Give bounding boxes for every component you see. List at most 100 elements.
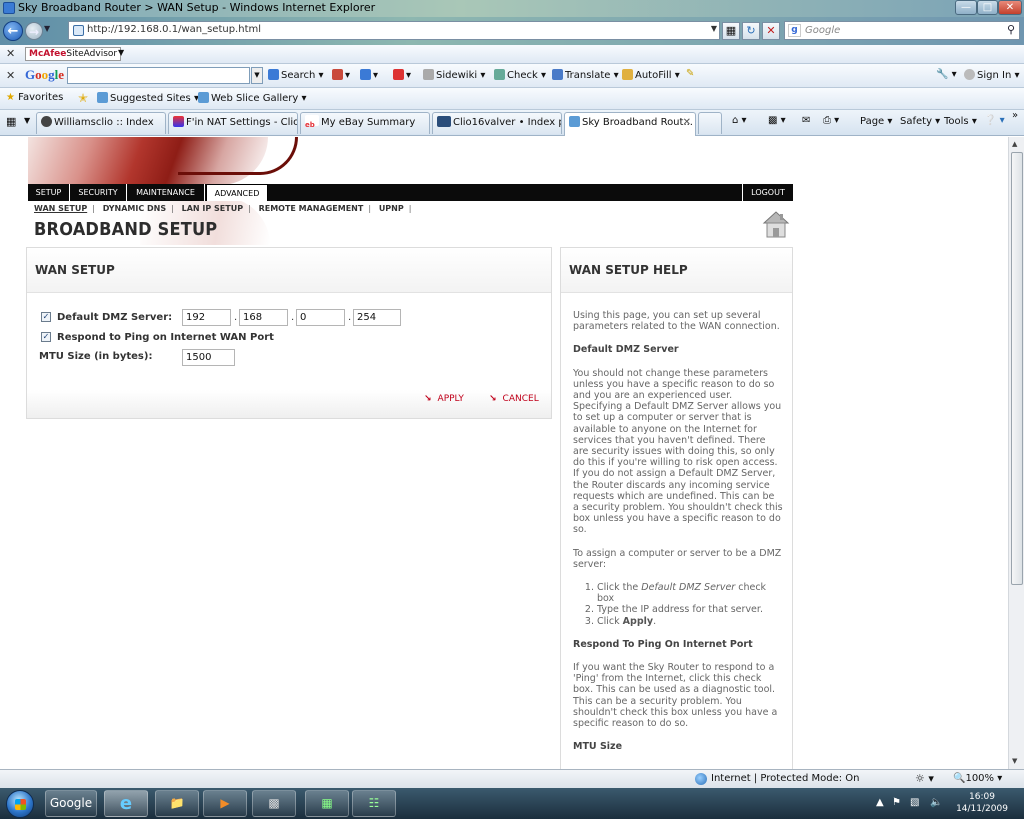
history-dropdown-icon[interactable]: ▼	[44, 24, 50, 33]
apply-button[interactable]: ↘ APPLY	[424, 394, 464, 404]
highlight-icon[interactable]: ✎	[686, 68, 694, 79]
web-slice-gallery-link[interactable]: Web Slice Gallery ▾	[198, 92, 307, 104]
logout-button[interactable]: LOGOUT	[742, 184, 793, 201]
spell-check-button[interactable]: Check ▾	[494, 69, 546, 81]
google-settings-button[interactable]: 🔧 ▾	[936, 69, 957, 80]
bookmarks-button[interactable]: ▾	[360, 69, 378, 81]
mcafee-siteadvisor-button[interactable]: McAfeeSiteAdvisor	[25, 47, 122, 61]
nav-maintenance[interactable]: MAINTENANCE	[127, 184, 205, 201]
security-zone-text[interactable]: Internet | Protected Mode: On	[711, 773, 859, 784]
site-favicon-icon	[437, 116, 451, 127]
add-favorites-icon[interactable]: ✭	[78, 91, 88, 105]
translate-button[interactable]: Translate ▾	[552, 69, 619, 81]
taskbar-computer-icon[interactable]: ▩	[252, 790, 296, 817]
search-go-icon[interactable]: ⚲	[1007, 23, 1015, 36]
nav-advanced[interactable]: ADVANCED	[206, 184, 268, 201]
system-clock[interactable]: 16:09 14/11/2009	[950, 791, 1014, 815]
tools-menu-label: Tools	[944, 116, 969, 127]
window-titlebar: Sky Broadband Router > WAN Setup - Windo…	[0, 0, 1024, 17]
tab-clio16valver[interactable]: Clio16valver • Index page	[432, 112, 562, 134]
close-toolbar-icon[interactable]: ✕	[6, 69, 15, 82]
refresh-icon[interactable]: ↻	[742, 22, 760, 40]
minimize-button[interactable]: —	[955, 0, 977, 15]
volume-icon[interactable]: 🔈	[930, 797, 942, 808]
start-button[interactable]	[6, 790, 34, 818]
compatibility-view-icon[interactable]: ▦	[722, 22, 740, 40]
dmz-ip-octet-1[interactable]: 192	[182, 309, 231, 326]
quick-tabs-icon[interactable]: ▦	[6, 115, 16, 128]
tab-ebay-summary[interactable]: eb My eBay Summary	[300, 112, 430, 134]
mcafee-dropdown-icon[interactable]: ▼	[118, 48, 124, 57]
web-slice-gallery-label: Web Slice Gallery	[211, 93, 299, 104]
show-hidden-icons[interactable]: ▲	[876, 797, 884, 808]
feeds-button[interactable]: ▩ ▾	[768, 115, 786, 126]
autofill-button[interactable]: AutoFill ▾	[622, 69, 680, 81]
taskbar-google[interactable]: Google	[45, 790, 97, 817]
read-mail-icon[interactable]: ✉	[802, 115, 810, 126]
new-tab-button[interactable]	[698, 112, 722, 134]
scroll-up-icon[interactable]: ▲	[1012, 140, 1017, 148]
taskbar-network-app-icon[interactable]: ☷	[352, 790, 396, 817]
sign-in-button[interactable]: Sign In ▾	[964, 69, 1019, 81]
google-logo: Google	[25, 67, 65, 82]
stop-icon[interactable]: ✕	[762, 22, 780, 40]
ping-checkbox[interactable]: ✓	[41, 332, 51, 342]
tab-nat-settings[interactable]: F'in NAT Settings - Clio...	[168, 112, 298, 134]
tab-sky-router[interactable]: Sky Broadband Rout... ✕	[564, 112, 696, 136]
pagerank-button[interactable]: ▾	[393, 69, 411, 81]
sidewiki-button[interactable]: Sidewiki ▾	[423, 69, 485, 81]
taskbar-explorer-folder-icon[interactable]: 📁	[155, 790, 199, 817]
safety-menu[interactable]: Safety ▾	[900, 116, 940, 127]
cancel-button[interactable]: ↘ CANCEL	[489, 394, 539, 404]
forward-button[interactable]: →	[25, 22, 43, 40]
popup-blocker-button[interactable]: ▾	[332, 69, 350, 81]
ie-page-icon	[198, 92, 209, 103]
back-button[interactable]: ←	[3, 21, 23, 41]
nav-security[interactable]: SECURITY	[70, 184, 127, 201]
dmz-checkbox[interactable]: ✓	[41, 312, 51, 322]
address-bar[interactable]: http://192.168.0.1/wan_setup.html ▼	[68, 21, 720, 40]
print-button[interactable]: ⎙ ▾	[823, 115, 839, 126]
network-icon[interactable]: ▧	[910, 797, 919, 808]
subnav-dynamic-dns[interactable]: DYNAMIC DNS	[103, 204, 166, 213]
help-dmz-heading: Default DMZ Server	[573, 344, 679, 356]
google-search-dropdown[interactable]: ▼	[251, 67, 263, 84]
home-button[interactable]: ⌂ ▾	[732, 115, 747, 126]
close-toolbar-icon[interactable]: ✕	[6, 47, 15, 60]
taskbar-internet-explorer-icon[interactable]: e	[104, 790, 148, 817]
subnav-wan-setup[interactable]: WAN SETUP	[34, 204, 87, 213]
dmz-ip-octet-4[interactable]: 254	[353, 309, 401, 326]
search-box[interactable]: g Google ⚲	[784, 21, 1020, 40]
help-icon[interactable]: ❔ ▾	[984, 115, 1005, 126]
zoom-level[interactable]: 🔍100% ▾	[953, 773, 1002, 784]
address-dropdown-icon[interactable]: ▼	[711, 24, 717, 33]
protected-mode-icon[interactable]: ☼ ▾	[915, 772, 934, 785]
scrollbar-thumb[interactable]	[1011, 152, 1023, 585]
tab-williamsclio[interactable]: Williamsclio :: Index	[36, 112, 166, 134]
action-center-flag-icon[interactable]: ⚑	[892, 797, 901, 808]
more-commands-icon[interactable]: »	[1012, 110, 1018, 121]
subnav-upnp[interactable]: UPNP	[379, 204, 404, 213]
help-step-2: Type the IP address for that server.	[597, 604, 783, 615]
dmz-ip-octet-3[interactable]: 0	[296, 309, 345, 326]
scroll-down-icon[interactable]: ▼	[1012, 757, 1017, 765]
subnav-lan-ip-setup[interactable]: LAN IP SETUP	[182, 204, 243, 213]
suggested-sites-link[interactable]: Suggested Sites ▾	[97, 92, 199, 104]
tools-menu[interactable]: Tools ▾	[944, 116, 977, 127]
dmz-ip-octet-2[interactable]: 168	[239, 309, 288, 326]
close-tab-icon[interactable]: ✕	[683, 113, 691, 133]
subnav-remote-management[interactable]: REMOTE MANAGEMENT	[259, 204, 364, 213]
favorites-button[interactable]: ★ Favorites	[6, 92, 63, 103]
home-icon[interactable]	[762, 209, 790, 239]
page-scrollbar[interactable]: ▲ ▼	[1008, 137, 1024, 769]
tab-list-icon[interactable]: ▼	[24, 116, 30, 125]
maximize-button[interactable]: □	[977, 0, 998, 15]
taskbar-app-icon[interactable]: ▦	[305, 790, 349, 817]
nav-setup[interactable]: SETUP	[28, 184, 70, 201]
close-button[interactable]: ✕	[998, 0, 1022, 15]
taskbar-media-player-icon[interactable]: ▶	[203, 790, 247, 817]
page-menu[interactable]: Page ▾	[860, 116, 892, 127]
google-search-button[interactable]: Search ▾	[268, 69, 324, 81]
mtu-input[interactable]: 1500	[182, 349, 235, 366]
google-search-input[interactable]	[67, 67, 250, 84]
